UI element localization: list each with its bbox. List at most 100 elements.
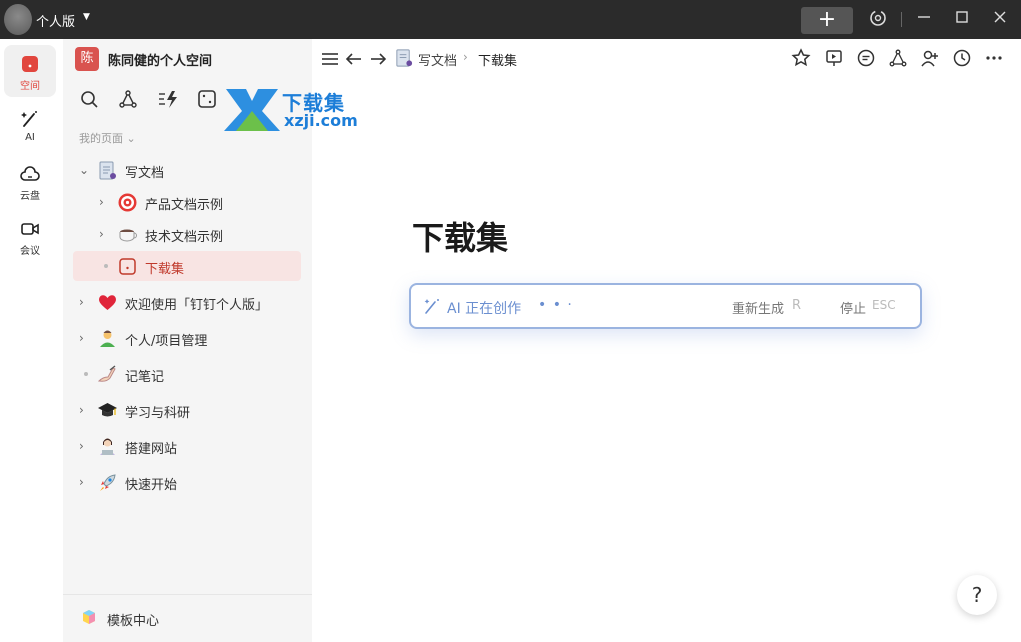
minimize-icon[interactable]	[914, 9, 934, 29]
cube-icon	[83, 610, 95, 624]
ai-generating-panel: AI 正在创作 • • · 重新生成 R 停止 ESC	[409, 283, 922, 329]
help-button[interactable]: ?	[957, 575, 997, 615]
rail-item-label: AI	[25, 132, 35, 143]
document-emoji-icon	[396, 49, 413, 67]
template-center-label: 模板中心	[107, 614, 160, 629]
section-label-my-pages[interactable]: 我的页面 ⌄	[79, 130, 136, 146]
tree-item-project-mgmt[interactable]: › 个人/项目管理	[73, 323, 301, 353]
graph-share-icon[interactable]	[888, 48, 908, 68]
comment-icon[interactable]	[856, 48, 876, 68]
tree-item-label: 个人/项目管理	[125, 334, 208, 349]
writing-hand-emoji-icon	[97, 365, 116, 382]
graduation-cap-emoji-icon	[98, 403, 117, 417]
target-emoji-icon	[118, 193, 137, 212]
search-icon[interactable]	[78, 88, 100, 110]
graph-icon[interactable]	[117, 88, 139, 110]
rail-item-cloud[interactable]: 云盘	[4, 155, 56, 207]
person-emoji-icon	[100, 330, 115, 347]
maximize-icon[interactable]	[952, 9, 972, 29]
caret-down-icon[interactable]: ▼	[83, 12, 90, 22]
main-content: 写文档 › 下载集 下载集 xzji.com 下载集 AI 正在创作 • • ·…	[224, 39, 1021, 642]
watermark-url: xzji.com	[284, 111, 358, 130]
rail-item-label: 会议	[20, 246, 40, 257]
star-icon[interactable]	[791, 48, 811, 68]
stop-shortcut: ESC	[872, 298, 896, 312]
tree-item-label: 写文档	[125, 166, 165, 181]
back-arrow-icon[interactable]	[344, 49, 364, 69]
tree-item-website[interactable]: › 搭建网站	[73, 431, 301, 461]
rail-item-label: 空间	[20, 81, 40, 92]
tree-item-label: 快速开始	[125, 478, 178, 493]
rocket-emoji-icon	[100, 474, 116, 491]
chevron-down-icon[interactable]: ⌄	[79, 163, 91, 177]
close-icon[interactable]	[990, 9, 1010, 29]
avatar[interactable]	[4, 4, 32, 35]
tree-item-study[interactable]: › 学习与科研	[73, 395, 301, 425]
leaf-dot	[84, 372, 88, 376]
tree-item-label: 产品文档示例	[145, 198, 224, 213]
tree-item-write-doc[interactable]: ⌄ 写文档	[73, 155, 301, 185]
workspace-logo[interactable]: 陈	[75, 47, 99, 71]
history-icon[interactable]	[952, 48, 972, 68]
breadcrumb-separator: ›	[463, 50, 468, 64]
chevron-right-icon[interactable]: ›	[79, 475, 91, 489]
template-center-button[interactable]: 模板中心	[63, 594, 312, 642]
tree-item-notes[interactable]: 记笔记	[73, 359, 301, 389]
present-icon[interactable]	[824, 48, 844, 68]
tree-item-quickstart[interactable]: › 快速开始	[73, 467, 301, 497]
chevron-down-icon: ⌄	[126, 132, 136, 145]
more-icon[interactable]	[984, 48, 1004, 68]
breadcrumb-item-write-doc[interactable]: 写文档	[418, 50, 457, 69]
ai-wand-icon	[21, 111, 37, 127]
ai-wand-icon	[424, 299, 439, 314]
tree-item-welcome[interactable]: › 欢迎使用「钉钉个人版」	[73, 287, 301, 317]
tree-item-label: 下载集	[145, 262, 185, 277]
tree-item-label: 搭建网站	[125, 442, 178, 457]
chevron-right-icon[interactable]: ›	[99, 195, 111, 209]
template-icon[interactable]	[196, 88, 218, 110]
chevron-right-icon[interactable]: ›	[79, 295, 91, 309]
ai-loading-dots: • • ·	[538, 297, 573, 313]
tree-item-tech-doc[interactable]: › 技术文档示例	[73, 219, 301, 249]
tree-item-product-doc[interactable]: › 产品文档示例	[73, 187, 301, 217]
chevron-right-icon[interactable]: ›	[79, 403, 91, 417]
page-icon	[119, 258, 136, 275]
rail-item-space[interactable]: 空间	[4, 45, 56, 97]
new-button[interactable]: +	[801, 7, 853, 34]
rail-item-meeting[interactable]: 会议	[4, 210, 56, 262]
tree-item-download-set[interactable]: 下载集	[73, 251, 301, 281]
workspace-name[interactable]: 陈同健的个人空间	[108, 50, 212, 69]
tree-item-label: 技术文档示例	[145, 230, 224, 245]
rail-item-label: 云盘	[20, 191, 40, 202]
document-emoji-icon	[99, 161, 116, 180]
chevron-right-icon[interactable]: ›	[79, 331, 91, 345]
section-label-text: 我的页面	[79, 132, 123, 145]
coffee-emoji-icon	[119, 229, 137, 242]
breadcrumb-item-current[interactable]: 下载集	[478, 50, 517, 69]
add-user-icon[interactable]	[920, 48, 940, 68]
technologist-emoji-icon	[100, 438, 115, 455]
flash-icon[interactable]	[157, 88, 179, 110]
menu-icon[interactable]	[320, 49, 340, 69]
cloud-icon	[20, 166, 40, 181]
page-title[interactable]: 下载集	[412, 213, 508, 259]
left-rail: 空间 AI 云盘 会议	[0, 39, 63, 642]
space-icon	[22, 56, 38, 72]
forward-arrow-icon[interactable]	[368, 49, 388, 69]
watermark-logo-icon	[224, 89, 280, 131]
heart-emoji-icon	[99, 295, 116, 310]
tree-item-label: 记笔记	[125, 370, 165, 385]
stop-button[interactable]: 停止	[840, 298, 866, 317]
regenerate-shortcut: R	[792, 298, 802, 313]
sync-icon[interactable]	[868, 9, 888, 29]
regenerate-button[interactable]: 重新生成	[732, 298, 784, 317]
leaf-dot	[104, 264, 108, 268]
rail-item-ai[interactable]: AI	[4, 100, 56, 152]
title-bar: 个人版 ▼ +	[0, 0, 1021, 39]
edition-switcher-label[interactable]: 个人版	[36, 11, 75, 30]
chevron-right-icon[interactable]: ›	[79, 439, 91, 453]
tree-item-label: 学习与科研	[125, 406, 191, 421]
chevron-right-icon[interactable]: ›	[99, 227, 111, 241]
ai-status-text: AI 正在创作	[447, 301, 522, 317]
tree-item-label: 欢迎使用「钉钉个人版」	[125, 298, 269, 313]
